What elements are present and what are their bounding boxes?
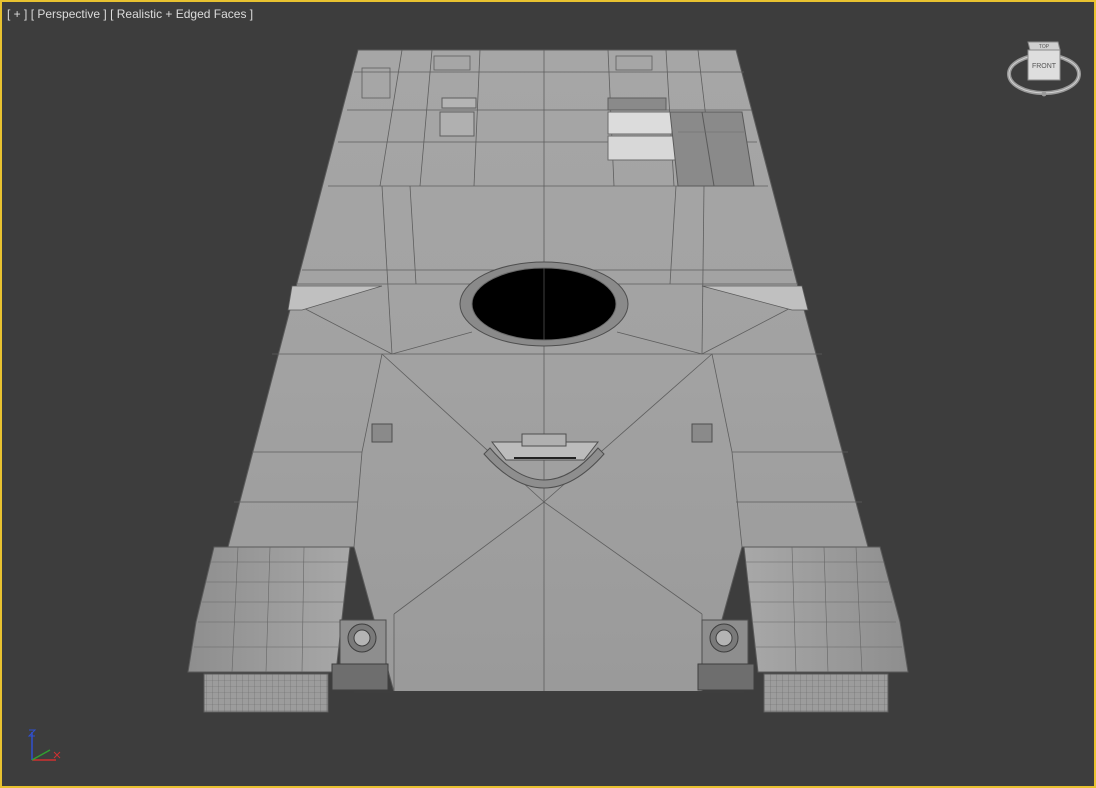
axis-y-icon: [31, 749, 51, 761]
front-headlight-left: [331, 619, 389, 691]
right-track-tread: [763, 673, 889, 713]
vent-grille: [441, 97, 477, 109]
viewport-plus-menu[interactable]: [ + ]: [7, 7, 27, 21]
viewport-view-menu[interactable]: [ Perspective ]: [31, 7, 107, 21]
viewport-shading-menu[interactable]: [ Realistic + Edged Faces ]: [110, 7, 253, 21]
axis-tripod-icon: [27, 729, 61, 761]
viewcube[interactable]: TOP FRONT: [1006, 38, 1082, 102]
vent-grille: [607, 97, 667, 111]
left-track-fender: [187, 546, 351, 673]
viewport-label: [ + ] [ Perspective ] [ Realistic + Edge…: [7, 7, 253, 21]
front-headlight-right: [697, 619, 755, 691]
viewport-perspective[interactable]: [ + ] [ Perspective ] [ Realistic + Edge…: [0, 0, 1096, 788]
vent-grille: [439, 111, 475, 137]
viewcube-front-label: FRONT: [1032, 63, 1057, 70]
left-track-tread: [203, 673, 329, 713]
hatch-panel-light: [607, 111, 673, 135]
hatch-panel-light: [607, 135, 677, 161]
viewcube-top-label: TOP: [1039, 44, 1050, 50]
tank-hull-mesh[interactable]: [2, 2, 1094, 786]
